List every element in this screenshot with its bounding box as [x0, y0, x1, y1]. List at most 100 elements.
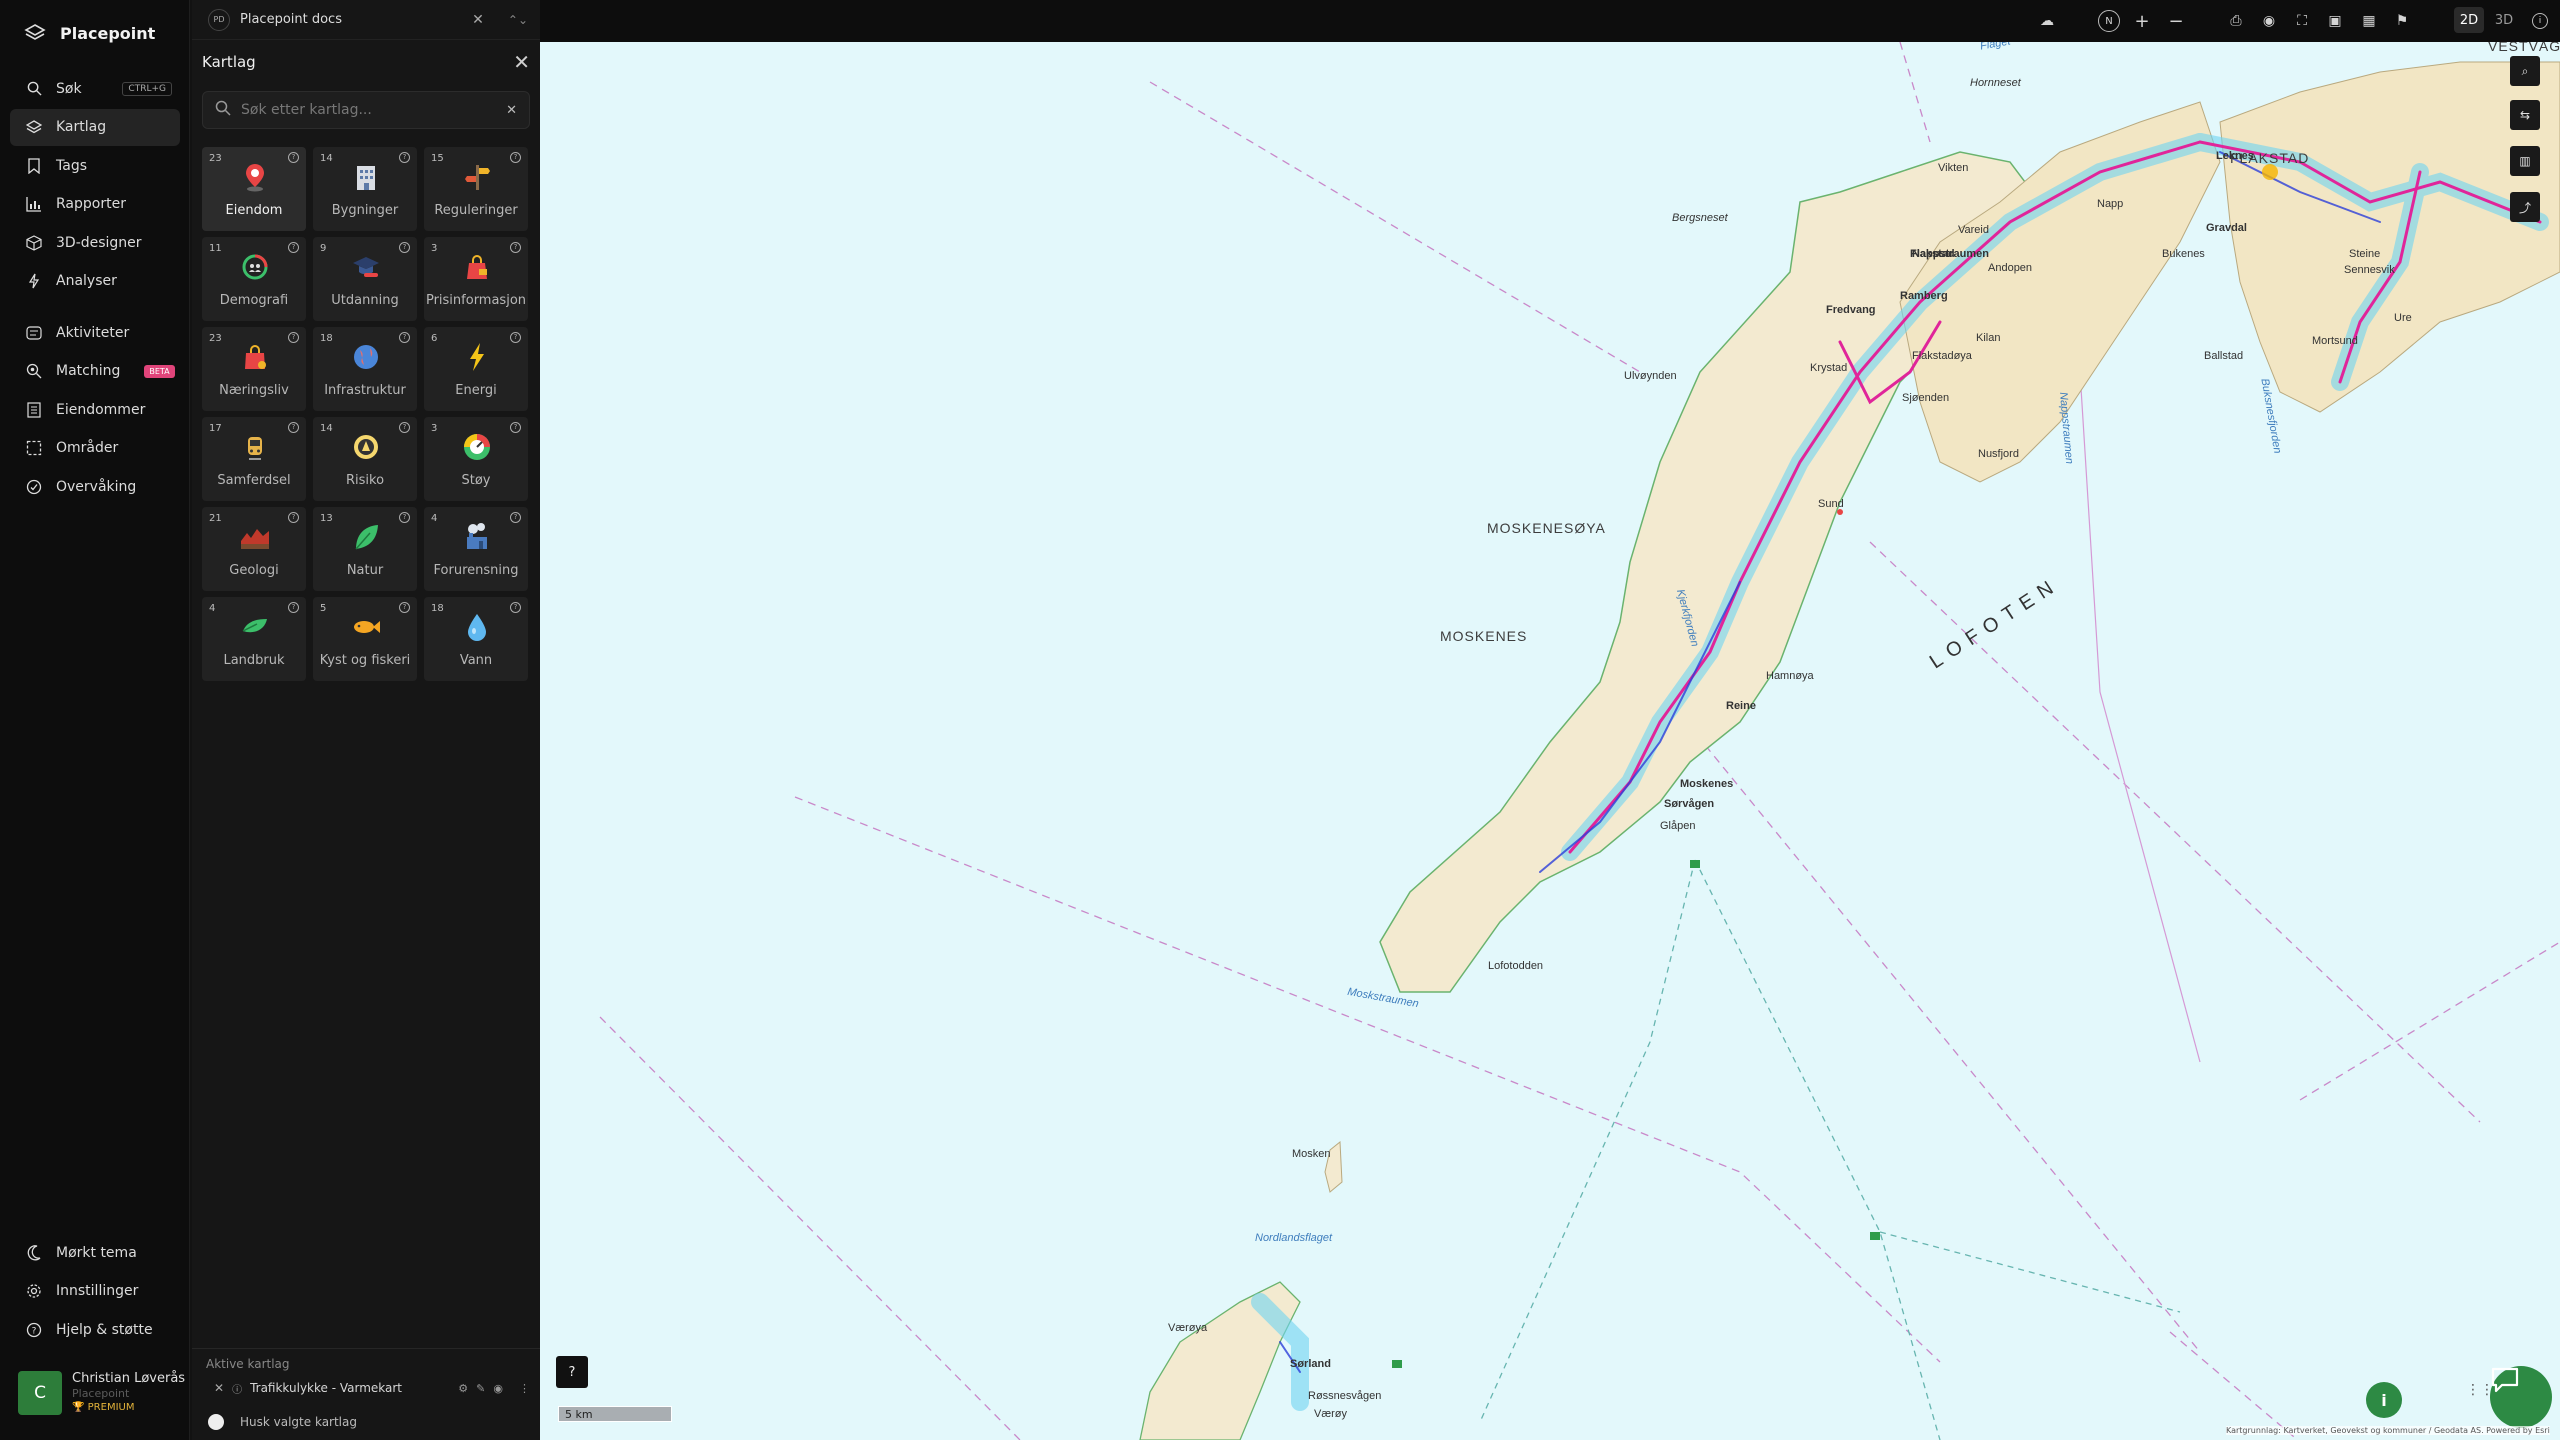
nav-item-sok[interactable]: Søk CTRL+G: [10, 70, 180, 107]
toggle-switch[interactable]: [208, 1414, 224, 1430]
category-tile-prisinformasjon[interactable]: 3? Prisinformasjon: [424, 237, 528, 321]
info-icon[interactable]: ?: [510, 242, 521, 253]
remember-layers-toggle[interactable]: Husk valgte kartlag: [208, 1414, 357, 1430]
map-label-vestvagoya: VESTVÅGØYA: [2488, 42, 2560, 54]
nav-item-matching[interactable]: Matching BETA: [10, 353, 180, 390]
view-2d-button[interactable]: 2D: [2454, 7, 2484, 33]
category-tile-utdanning[interactable]: 9? Utdanning: [313, 237, 417, 321]
visibility-icon[interactable]: ◉: [493, 1382, 503, 1395]
category-label: Kyst og fiskeri: [319, 653, 411, 668]
chevron-updown-icon[interactable]: ⌃⌄: [508, 13, 528, 27]
map-tool-measure-button[interactable]: ⇆: [2510, 100, 2540, 130]
more-icon[interactable]: ⋮: [519, 1382, 530, 1395]
map-label-steine: Steine: [2349, 248, 2381, 260]
remove-layer-icon[interactable]: ✕: [214, 1381, 224, 1395]
category-tile-demografi[interactable]: 11? Demografi: [202, 237, 306, 321]
match-search-icon: [26, 363, 42, 379]
nav-item-eiendommer[interactable]: Eiendommer: [10, 391, 180, 428]
nav-item-aktiviteter[interactable]: Aktiviteter: [10, 314, 180, 351]
info-icon[interactable]: ?: [510, 512, 521, 523]
info-icon[interactable]: i: [2532, 13, 2548, 29]
category-tile-kyst-og-fiskeri[interactable]: 5? Kyst og fiskeri: [313, 597, 417, 681]
category-tile-geologi[interactable]: 21? Geologi: [202, 507, 306, 591]
map-label-hamnoya: Hamnøya: [1766, 670, 1814, 682]
close-document-icon[interactable]: ✕: [472, 12, 484, 28]
leaf-icon: [355, 525, 378, 550]
category-tile-risiko[interactable]: 14? Risiko: [313, 417, 417, 501]
chat-button[interactable]: [2490, 1366, 2552, 1428]
map-view[interactable]: FLAKSTAD VESTVÅGØYA MOSKENESØYA MOSKENES…: [540, 42, 2560, 1440]
zoom-out-icon[interactable]: −: [2165, 10, 2187, 32]
nav-item-settings[interactable]: Innstillinger: [10, 1273, 180, 1310]
info-icon[interactable]: ?: [288, 332, 299, 343]
map-tool-search-button[interactable]: ⌕: [2510, 56, 2540, 86]
info-icon[interactable]: ?: [399, 242, 410, 253]
layer-search-input[interactable]: [241, 102, 497, 118]
category-tile-forurensning[interactable]: 4? Forurensning: [424, 507, 528, 591]
nav-item-omrader[interactable]: Områder: [10, 430, 180, 467]
category-tile-infrastruktur[interactable]: 18? Infrastruktur: [313, 327, 417, 411]
info-icon[interactable]: ?: [510, 602, 521, 613]
map-label-ulvoynden: Ulvøynden: [1624, 370, 1677, 382]
category-tile-energi[interactable]: 6? Energi: [424, 327, 528, 411]
compass-icon[interactable]: N: [2098, 10, 2120, 32]
info-icon[interactable]: ?: [510, 332, 521, 343]
active-layer-row[interactable]: ✕ ⓘ Trafikkulykke - Varmekart ⚙ ✎ ◉ ⋮: [214, 1377, 530, 1399]
info-icon[interactable]: ?: [399, 602, 410, 613]
category-tile-stoy[interactable]: 3? Støy: [424, 417, 528, 501]
grid-icon[interactable]: ▦: [2358, 10, 2380, 32]
print-icon[interactable]: ⎙: [2225, 10, 2247, 32]
info-icon[interactable]: ?: [399, 512, 410, 523]
map-label-reine: Reine: [1726, 700, 1756, 712]
weather-icon[interactable]: ☁: [2036, 10, 2058, 32]
help-icon: ?: [26, 1322, 42, 1338]
info-icon[interactable]: ?: [288, 242, 299, 253]
zoom-in-icon[interactable]: +: [2131, 10, 2153, 32]
category-tile-bygninger[interactable]: 14? Bygninger: [313, 147, 417, 231]
info-icon[interactable]: ?: [288, 422, 299, 433]
category-tile-naeringsliv[interactable]: 23? Næringsliv: [202, 327, 306, 411]
camera-icon[interactable]: ▣: [2324, 10, 2346, 32]
nav-item-rapporter[interactable]: Rapporter: [10, 186, 180, 223]
info-icon[interactable]: ?: [399, 422, 410, 433]
info-icon[interactable]: ?: [288, 602, 299, 613]
category-tile-reguleringer[interactable]: 15? Reguleringer: [424, 147, 528, 231]
user-profile[interactable]: C Christian Løverås Placepoint 🏆 PREMIUM: [18, 1371, 185, 1415]
view-3d-button[interactable]: 3D: [2489, 7, 2519, 33]
document-selector[interactable]: PD Placepoint docs ✕ ⌃⌄: [192, 0, 540, 40]
nav-label: Eiendommer: [56, 401, 146, 418]
edit-icon[interactable]: ✎: [476, 1382, 485, 1395]
nav-item-help[interactable]: ? Hjelp & støtte: [10, 1311, 180, 1348]
category-tile-vann[interactable]: 18? Vann: [424, 597, 528, 681]
layer-settings-icon[interactable]: ⚙: [458, 1382, 468, 1395]
category-tile-landbruk[interactable]: 4? Landbruk: [202, 597, 306, 681]
info-icon[interactable]: ?: [399, 152, 410, 163]
map-label-sjoenden: Sjøenden: [1902, 392, 1950, 404]
bookmark-icon[interactable]: ⚑: [2391, 10, 2413, 32]
map-help-button[interactable]: ?: [556, 1356, 588, 1388]
info-icon[interactable]: ?: [399, 332, 410, 343]
clear-search-icon[interactable]: ✕: [506, 103, 517, 118]
close-icon[interactable]: ✕: [513, 50, 530, 74]
category-tile-samferdsel[interactable]: 17? Samferdsel: [202, 417, 306, 501]
map-tool-route-button[interactable]: ⤴: [2510, 192, 2540, 222]
eye-icon[interactable]: ◉: [2258, 10, 2280, 32]
category-label: Bygninger: [331, 203, 399, 218]
info-icon[interactable]: ?: [510, 422, 521, 433]
category-tile-eiendom[interactable]: 23? Eiendom: [202, 147, 306, 231]
map-label-andopen: Andopen: [1988, 262, 2033, 274]
nav-item-3d-designer[interactable]: 3D-designer: [10, 224, 180, 261]
nav-item-kartlag[interactable]: Kartlag: [10, 108, 180, 146]
nav-item-overvaking[interactable]: Overvåking: [10, 468, 180, 505]
nav-item-dark-theme[interactable]: Mørkt tema: [10, 1234, 180, 1271]
category-tile-natur[interactable]: 13? Natur: [313, 507, 417, 591]
nav-item-tags[interactable]: Tags: [10, 147, 180, 184]
info-button[interactable]: i: [2366, 1382, 2402, 1418]
fullscreen-icon[interactable]: ⛶: [2291, 10, 2313, 32]
info-icon[interactable]: ?: [288, 152, 299, 163]
map-tool-chart-button[interactable]: ▥: [2510, 146, 2540, 176]
nav-item-analyser[interactable]: Analyser: [10, 263, 180, 300]
info-icon[interactable]: ?: [510, 152, 521, 163]
info-icon[interactable]: ?: [288, 512, 299, 523]
brand[interactable]: Placepoint: [24, 22, 155, 44]
